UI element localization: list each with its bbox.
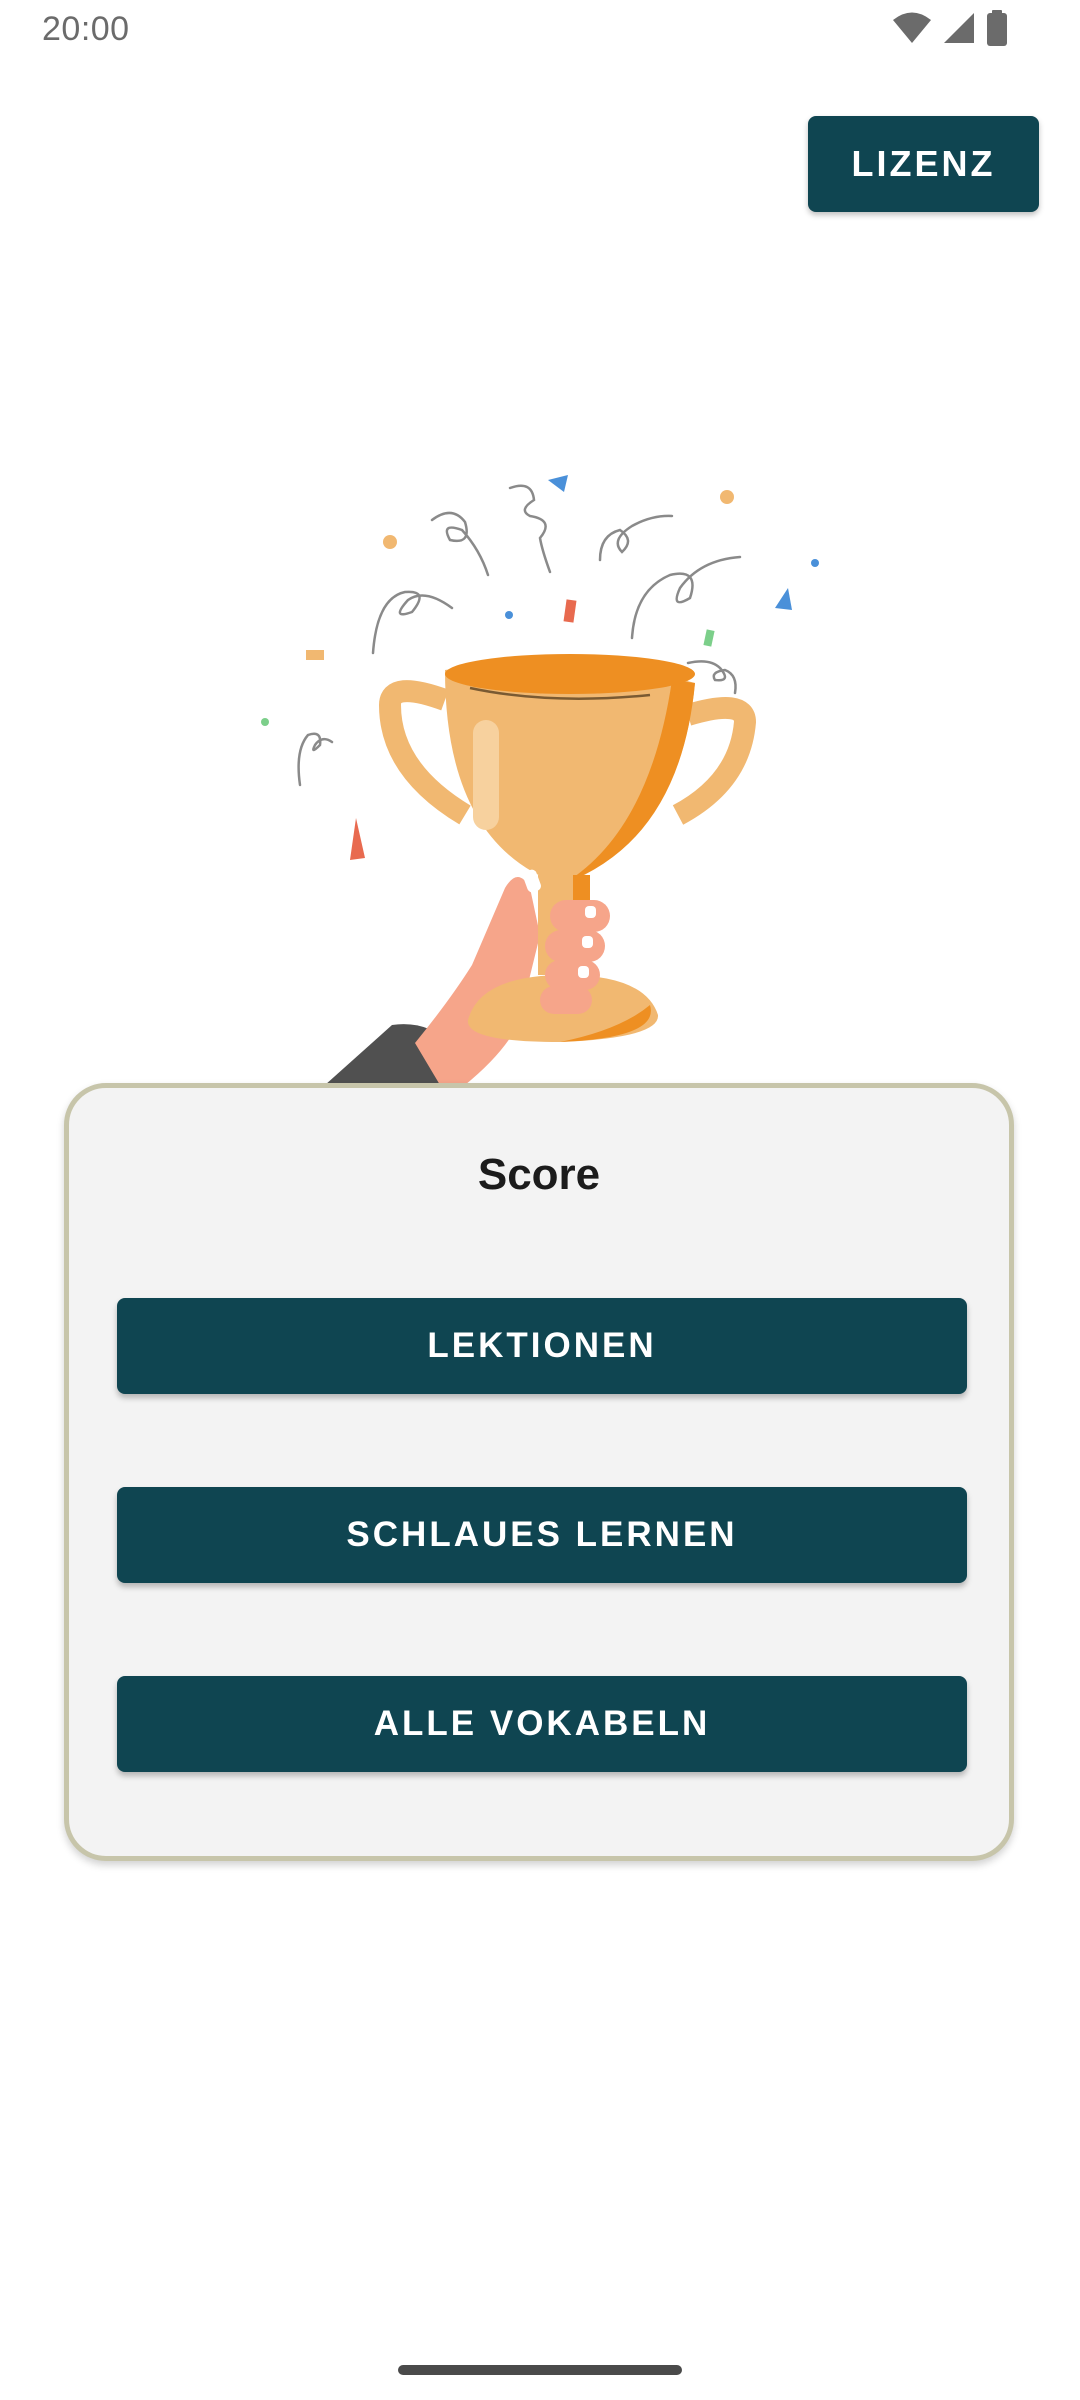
signal-icon (942, 11, 976, 50)
status-bar: 20:00 (0, 0, 1080, 64)
score-card: Score LEKTIONEN SCHLAUES LERNEN ALLE VOK… (64, 1083, 1014, 1861)
battery-icon (986, 9, 1008, 51)
score-title: Score (477, 1150, 601, 1199)
status-time: 20:00 (42, 10, 130, 48)
license-button[interactable]: LIZENZ (808, 116, 1039, 212)
smart-learning-button[interactable]: SCHLAUES LERNEN (117, 1487, 967, 1583)
all-vocabulary-button[interactable]: ALLE VOKABELN (117, 1676, 967, 1772)
app-screen: 20:00 LIZENZ Score LEKTIONEN SCHLAUES LE… (0, 0, 1080, 2400)
lessons-button[interactable]: LEKTIONEN (117, 1298, 967, 1394)
trophy-icon (261, 475, 819, 1085)
trophy-illustration (240, 460, 840, 1085)
gesture-nav-handle[interactable] (398, 2365, 682, 2375)
status-icons (892, 9, 1008, 51)
wifi-icon (892, 11, 932, 50)
